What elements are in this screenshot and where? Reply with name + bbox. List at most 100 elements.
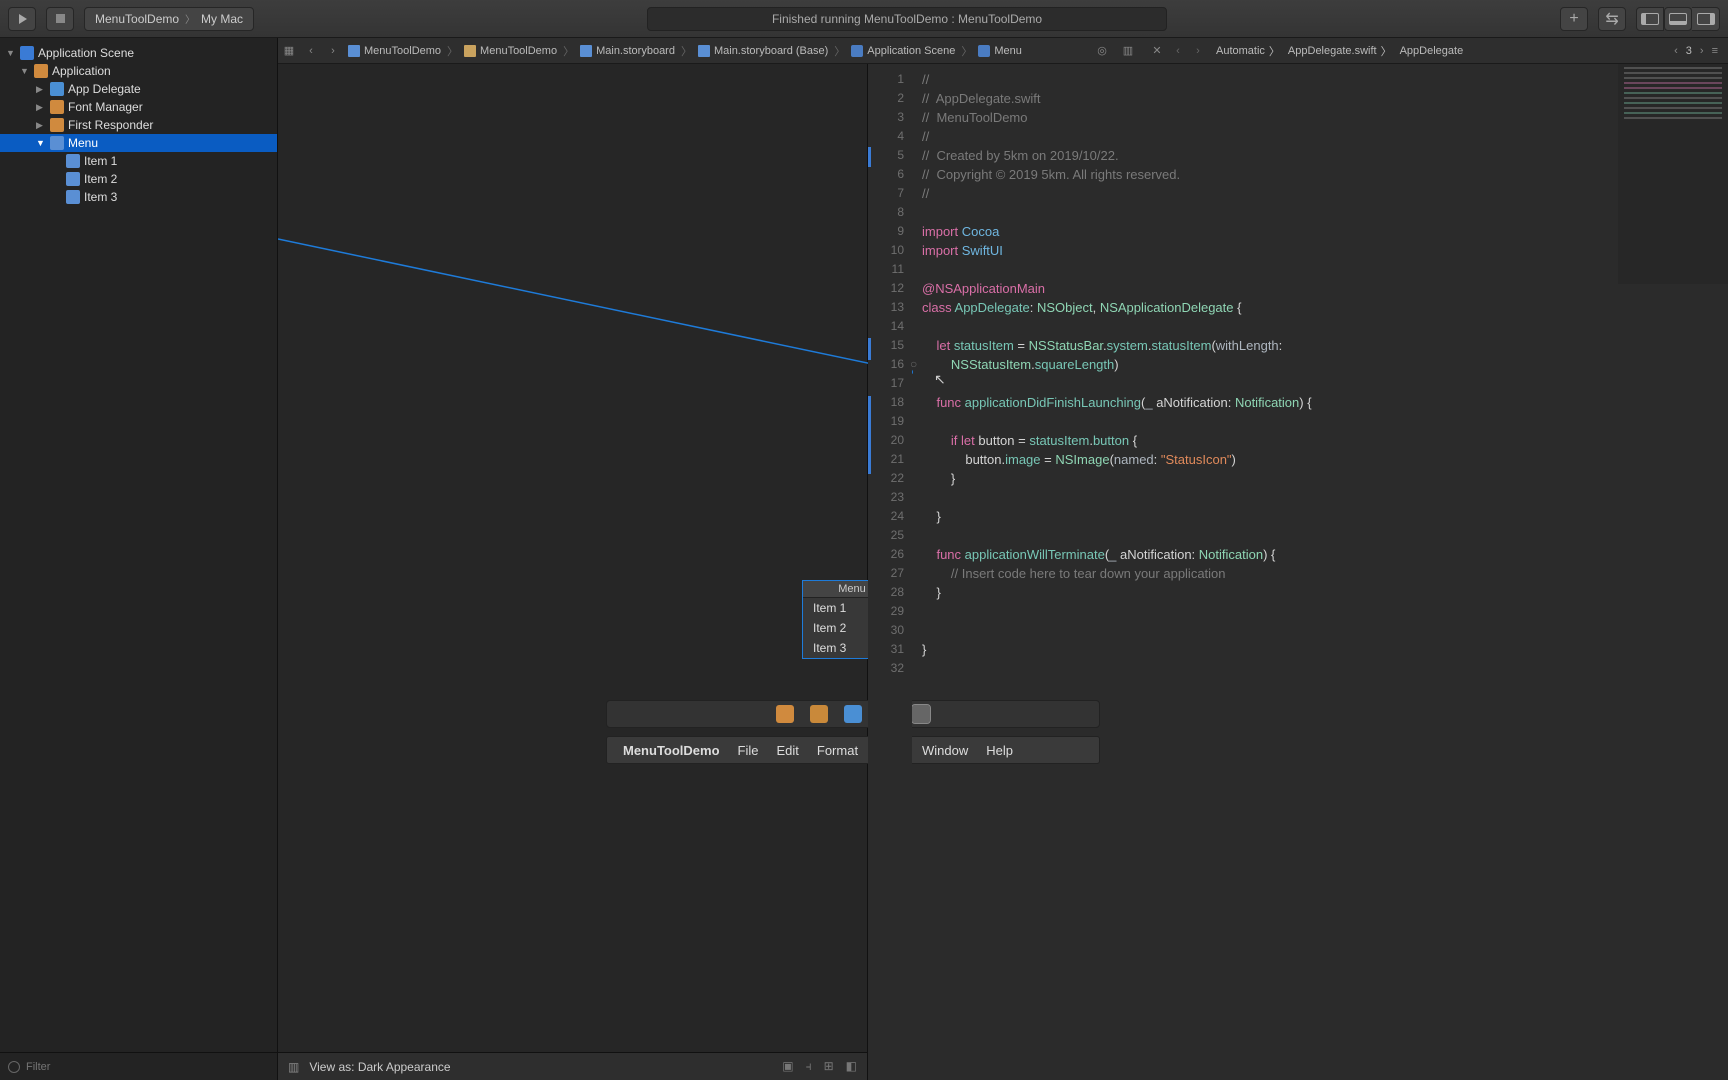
code-line[interactable]: // Insert code here to tear down your ap… [922,564,1728,583]
editor-options-button[interactable]: ≡ [1712,45,1718,57]
counterpart-crumb[interactable]: Automatic [1208,45,1269,57]
line-number[interactable]: 29 [868,602,904,621]
align-button[interactable]: ⫞ [806,1059,812,1074]
scheme-selector[interactable]: MenuToolDemo 〉 My Mac [84,7,254,31]
line-number[interactable]: 32 [868,659,904,678]
code-line[interactable]: func applicationDidFinishLaunching(_ aNo… [922,393,1728,412]
close-editor-button[interactable]: ✕ [1146,44,1168,57]
line-number[interactable]: 4 [868,127,904,146]
code-line[interactable] [922,659,1728,678]
outline-row[interactable]: ▼Menu [0,134,277,152]
line-number[interactable]: 12 [868,279,904,298]
line-number[interactable]: 31 [868,640,904,659]
toggle-debug-button[interactable] [1664,7,1692,31]
line-number[interactable]: 28 [868,583,904,602]
code-line[interactable]: // [922,70,1728,89]
code-line[interactable] [922,203,1728,222]
source-editor[interactable]: 1234567891011121314151617181920212223242… [868,64,1728,1080]
toggle-inspector-button[interactable] [1692,7,1720,31]
line-number[interactable]: 23 [868,488,904,507]
line-number[interactable]: 1 [868,70,904,89]
embed-button[interactable]: ▣ [782,1059,793,1074]
interface-builder-canvas[interactable]: ↖ Menu Item 1Item 2Item 3 MenuToolDemoFi… [278,64,868,1080]
disclosure-triangle-icon[interactable]: ▼ [6,48,16,58]
code-line[interactable]: // [922,127,1728,146]
dock-first-responder-icon[interactable] [810,705,828,723]
line-number[interactable]: 22 [868,469,904,488]
run-button[interactable] [8,7,36,31]
line-number[interactable]: 27 [868,564,904,583]
line-number[interactable]: 18 [868,393,904,412]
code-line[interactable]: // AppDelegate.swift [922,89,1728,108]
resolve-button[interactable]: ◧ [846,1059,857,1074]
code-line[interactable] [922,412,1728,431]
line-number[interactable]: 16 [868,355,904,374]
code-review-button[interactable] [1598,7,1626,31]
line-number[interactable]: 26 [868,545,904,564]
related-items-button[interactable]: ▦ [278,44,300,57]
file-crumb[interactable]: AppDelegate.swift [1280,45,1381,57]
jumpbar-crumb[interactable]: Main.storyboard (Base) [694,38,832,63]
disclosure-triangle-icon[interactable]: ▼ [36,138,46,148]
line-number[interactable]: 21 [868,450,904,469]
line-number[interactable]: 17 [868,374,904,393]
jumpbar-crumb[interactable]: Menu [974,38,1026,63]
constraints-button[interactable]: ⊞ [824,1059,834,1074]
line-gutter[interactable]: 1234567891011121314151617181920212223242… [868,64,912,1080]
issue-count[interactable]: 3 [1686,45,1692,57]
line-number[interactable]: 25 [868,526,904,545]
outline-row[interactable]: Item 1 [0,152,277,170]
code-line[interactable]: func applicationWillTerminate(_ aNotific… [922,545,1728,564]
code-line[interactable]: // MenuToolDemo [922,108,1728,127]
line-number[interactable]: 15 [868,336,904,355]
symbol-crumb[interactable]: AppDelegate [1392,45,1468,57]
line-number[interactable]: 14 [868,317,904,336]
code-line[interactable]: class AppDelegate: NSObject, NSApplicati… [922,298,1728,317]
minimap[interactable] [1618,64,1728,284]
jumpbar-crumb[interactable]: Application Scene [847,38,959,63]
outline-row[interactable]: ▶Font Manager [0,98,277,116]
line-number[interactable]: 20 [868,431,904,450]
dock-application-icon[interactable] [776,705,794,723]
editor-forward-button[interactable]: › [1188,45,1208,57]
code-line[interactable] [922,678,1728,697]
line-number[interactable]: 30 [868,621,904,640]
add-editor-button[interactable]: ▥ [1120,44,1136,57]
line-number[interactable]: 24 [868,507,904,526]
code-line[interactable] [922,526,1728,545]
activity-status[interactable]: Finished running MenuToolDemo : MenuTool… [647,7,1167,31]
disclosure-triangle-icon[interactable]: ▼ [20,66,30,76]
code-line[interactable] [922,602,1728,621]
menubar-item[interactable]: Format [817,743,858,758]
code-line[interactable]: } [922,469,1728,488]
editor-back-button[interactable]: ‹ [1168,45,1188,57]
line-number[interactable]: 7 [868,184,904,203]
jumpbar-crumb[interactable]: MenuToolDemo [460,38,561,63]
stop-button[interactable] [46,7,74,31]
adjust-editor-button[interactable]: ◎ [1094,44,1110,57]
code-line[interactable] [922,374,1728,393]
library-button[interactable] [1560,7,1588,31]
next-issue-button[interactable]: › [1700,45,1704,57]
code-line[interactable]: // Created by 5km on 2019/10/22. [922,146,1728,165]
code-line[interactable] [922,317,1728,336]
filter-icon[interactable] [8,1061,20,1073]
code-line[interactable] [922,488,1728,507]
line-number[interactable]: 13 [868,298,904,317]
outline-toggle-button[interactable]: ▥ [288,1060,299,1074]
code-line[interactable] [922,621,1728,640]
outline-tree[interactable]: ▼ Application Scene ▼Application▶App Del… [0,38,277,1052]
code-line[interactable]: } [922,583,1728,602]
code-line[interactable] [922,260,1728,279]
line-number[interactable]: 3 [868,108,904,127]
outline-row[interactable]: ▶App Delegate [0,80,277,98]
code-line[interactable]: @NSApplicationMain [922,279,1728,298]
line-number[interactable]: 10 [868,241,904,260]
outline-row[interactable]: ▼Application [0,62,277,80]
disclosure-triangle-icon[interactable]: ▶ [36,120,46,131]
code-line[interactable]: button.image = NSImage(named: "StatusIco… [922,450,1728,469]
code-line[interactable]: import SwiftUI [922,241,1728,260]
outline-row[interactable]: ▶First Responder [0,116,277,134]
forward-button[interactable]: › [322,45,344,57]
view-as-label[interactable]: View as: Dark Appearance [309,1060,450,1074]
